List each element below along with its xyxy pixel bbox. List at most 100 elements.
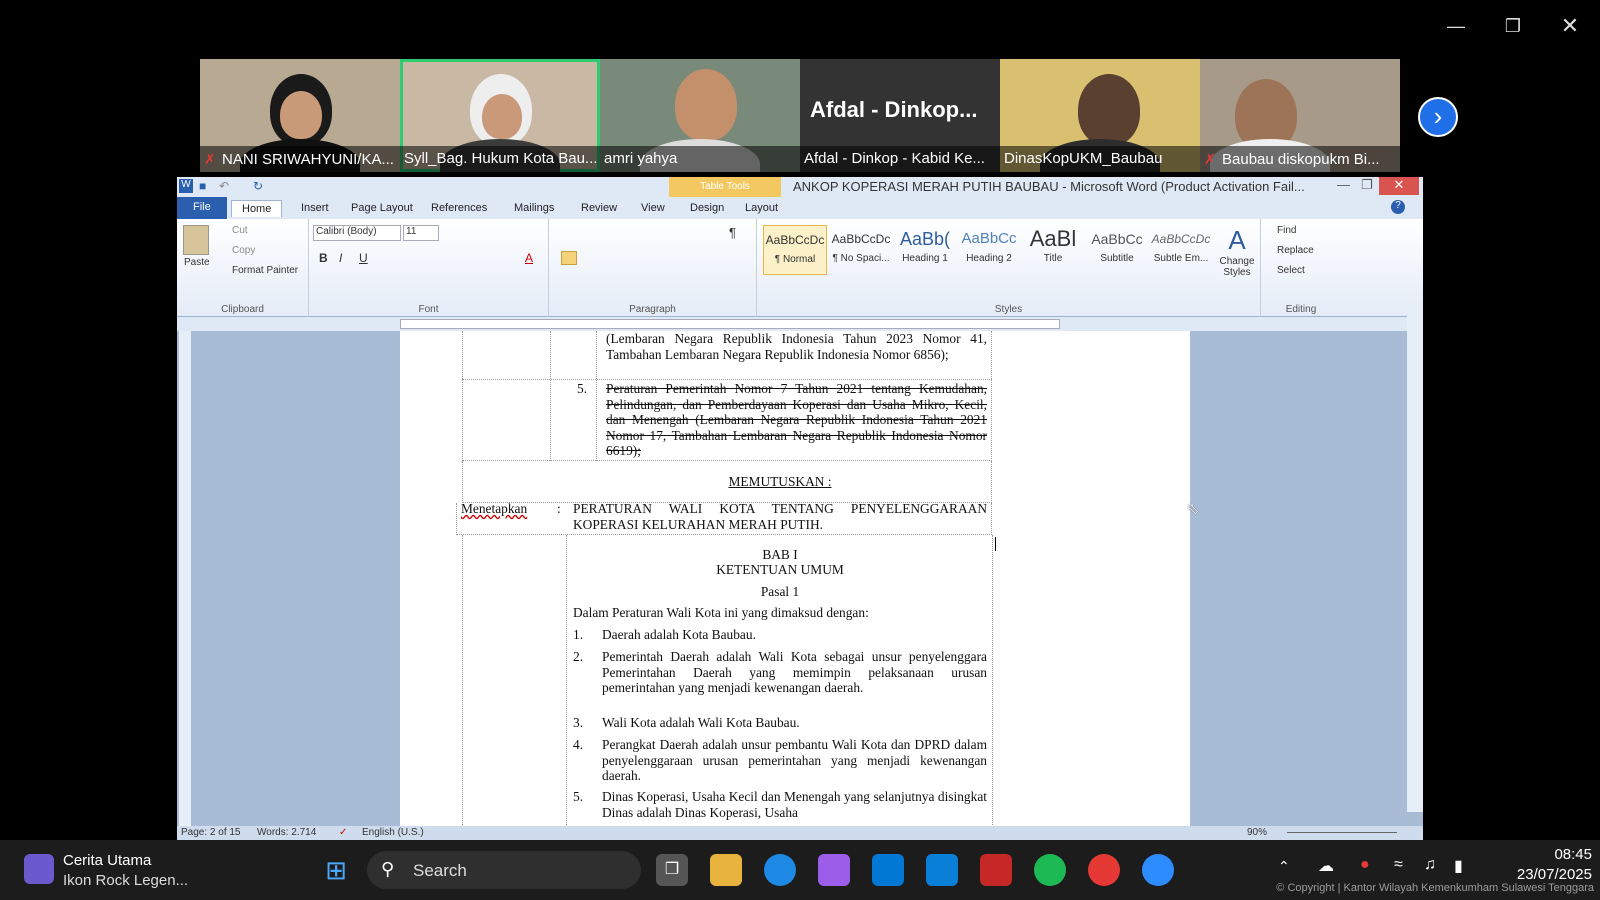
next-page-icon[interactable]: › [1418, 97, 1458, 137]
cloud-icon[interactable]: ☁ [1318, 856, 1334, 876]
list-item: Daerah adalah Kota Baubau. [602, 627, 756, 642]
start-icon[interactable]: ⊞ [320, 854, 352, 886]
zoom-icon[interactable] [1142, 854, 1174, 886]
close-button[interactable]: ✕ [1547, 8, 1593, 44]
memutuskan-heading: MEMUTUSKAN : [728, 474, 832, 489]
mcafee-icon[interactable] [980, 854, 1012, 886]
proofing-icon[interactable]: ✓ [339, 827, 347, 838]
format-painter-button[interactable]: Format Painter [232, 265, 298, 276]
tab-page-layout[interactable]: Page Layout [341, 200, 423, 216]
language-indicator[interactable]: English (U.S.) [362, 827, 424, 838]
definitions-intro: Dalam Peraturan Wali Kota ini yang dimak… [573, 605, 869, 620]
participant-tile[interactable]: ✗ NANI SRIWAHYUNI/KA... [200, 59, 400, 172]
zoom-slider[interactable] [1287, 832, 1397, 833]
battery-icon[interactable]: ▮ [1454, 856, 1463, 876]
copilot-icon[interactable] [818, 854, 850, 886]
item-number: 5. [577, 381, 588, 396]
minimize-button[interactable]: — [1433, 8, 1479, 44]
font-name-select[interactable]: Calibri (Body) [313, 225, 401, 241]
restore-word-icon[interactable]: ❐ [1361, 177, 1373, 193]
clipboard-group: Paste Cut Copy Format Painter Clipboard [177, 219, 309, 317]
style-heading-1[interactable]: AaBb(Heading 1 [893, 225, 957, 275]
style-heading-2[interactable]: AaBbCc Heading 2 [957, 225, 1021, 275]
font-size-select[interactable]: 11 [403, 225, 439, 241]
bold-button[interactable]: B [319, 251, 328, 265]
participant-tile[interactable]: DinasKopUKM_Baubau [1000, 59, 1200, 172]
tab-mailings[interactable]: Mailings [504, 200, 564, 216]
wifi-icon[interactable]: ≈ [1394, 856, 1403, 874]
ribbon: Paste Cut Copy Format Painter Clipboard … [177, 219, 1423, 317]
redo-icon[interactable]: ↻ [253, 179, 263, 193]
page-count[interactable]: Page: 2 of 15 [181, 827, 241, 838]
status-bar: Page: 2 of 15 Words: 2.714 ✓ English (U.… [177, 826, 1423, 840]
style-normal[interactable]: AaBbCcDc ¶ Normal [763, 225, 827, 275]
select-button[interactable]: Select [1277, 265, 1305, 276]
styles-label: Styles [994, 304, 1023, 315]
style-subtitle[interactable]: AaBbCc Subtitle [1085, 225, 1149, 275]
copy-button[interactable]: Copy [232, 245, 255, 256]
news-title[interactable]: Cerita Utama [63, 852, 151, 869]
news-subtitle[interactable]: Ikon Rock Legen... [63, 872, 188, 889]
style-no-spacing[interactable]: AaBbCcDc ¶ No Spaci... [829, 225, 893, 275]
restore-button[interactable]: ❐ [1490, 8, 1536, 44]
close-word-icon[interactable]: ✕ [1379, 177, 1419, 195]
tab-file[interactable]: File [177, 197, 227, 219]
chrome-icon[interactable] [1088, 854, 1120, 886]
tab-layout[interactable]: Layout [735, 200, 788, 216]
participant-tile[interactable]: ✗ Baubau diskopukm Bi... [1200, 59, 1400, 172]
clock-time[interactable]: 08:45 [1530, 846, 1592, 863]
tab-insert[interactable]: Insert [291, 200, 339, 216]
cut-button[interactable]: Cut [232, 225, 248, 236]
microphone-icon[interactable]: ● [1360, 856, 1370, 874]
task-view-icon[interactable]: ❐ [656, 854, 688, 886]
horizontal-ruler[interactable] [177, 317, 1423, 331]
pilcrow-icon[interactable]: ¶ [729, 225, 736, 240]
participant-name: Baubau diskopukm Bi... [1222, 151, 1380, 168]
file-explorer-icon[interactable] [710, 854, 742, 886]
participant-name: NANI SRIWAHYUNI/KA... [222, 151, 394, 168]
edge-icon[interactable] [764, 854, 796, 886]
align-left-icon[interactable] [561, 251, 577, 265]
myasus-icon[interactable] [926, 854, 958, 886]
volume-icon[interactable]: ♫ [1424, 856, 1436, 874]
vertical-ruler[interactable] [179, 331, 191, 826]
store-icon[interactable] [872, 854, 904, 886]
tab-view[interactable]: View [631, 200, 675, 216]
spotify-icon[interactable] [1034, 854, 1066, 886]
replace-button[interactable]: Replace [1277, 245, 1314, 256]
undo-icon[interactable]: ↶ [219, 179, 229, 193]
participant-big-label: Afdal - Dinkop... [810, 97, 978, 122]
tab-design[interactable]: Design [680, 200, 734, 216]
list-item-number: 3. [573, 715, 584, 730]
menetapkan-text: PERATURAN WALI KOTA TENTANG PENYELENGGAR… [573, 501, 987, 532]
paste-icon[interactable] [183, 225, 209, 255]
tab-home[interactable]: Home [231, 200, 283, 217]
document-page[interactable]: (Lembaran Negara Republik Indonesia Tahu… [400, 331, 1190, 826]
tab-review[interactable]: Review [571, 200, 627, 216]
underline-button[interactable]: U [359, 251, 368, 265]
participant-name: Syll_Bag. Hukum Kota Bau... [404, 150, 598, 167]
participant-tile-active[interactable]: Syll_Bag. Hukum Kota Bau... [400, 59, 600, 172]
participant-tile[interactable]: amri yahya [600, 59, 800, 172]
find-button[interactable]: Find [1277, 225, 1296, 236]
vertical-scrollbar[interactable] [1407, 303, 1423, 812]
paste-button[interactable]: Paste [184, 257, 210, 268]
tab-references[interactable]: References [421, 200, 497, 216]
save-icon[interactable]: ■ [199, 179, 206, 193]
chevron-up-icon[interactable]: ⌃ [1278, 858, 1290, 875]
change-styles-button[interactable]: A Change Styles [1217, 225, 1257, 278]
participant-tile[interactable]: Afdal - Dinkop... Afdal - Dinkop - Kabid… [800, 59, 1000, 172]
style-subtle-emphasis[interactable]: AaBbCcDc Subtle Em... [1149, 225, 1213, 275]
word-count[interactable]: Words: 2.714 [257, 827, 316, 838]
style-title[interactable]: AaBl Title [1021, 225, 1085, 275]
clock-date[interactable]: 23/07/2025 [1480, 866, 1592, 883]
news-widget-icon[interactable] [24, 854, 54, 884]
search-box[interactable]: ⚲ Search [367, 851, 641, 889]
help-icon[interactable]: ? [1391, 200, 1405, 214]
font-color-button[interactable]: A [525, 251, 533, 265]
zoom-level[interactable]: 90% [1247, 827, 1267, 838]
mic-muted-icon: ✗ [1204, 151, 1216, 167]
copyright-watermark: © Copyright | Kantor Wilayah Kemenkumham… [1276, 882, 1594, 894]
italic-button[interactable]: I [339, 251, 342, 265]
minimize-word-icon[interactable]: — [1337, 177, 1350, 192]
